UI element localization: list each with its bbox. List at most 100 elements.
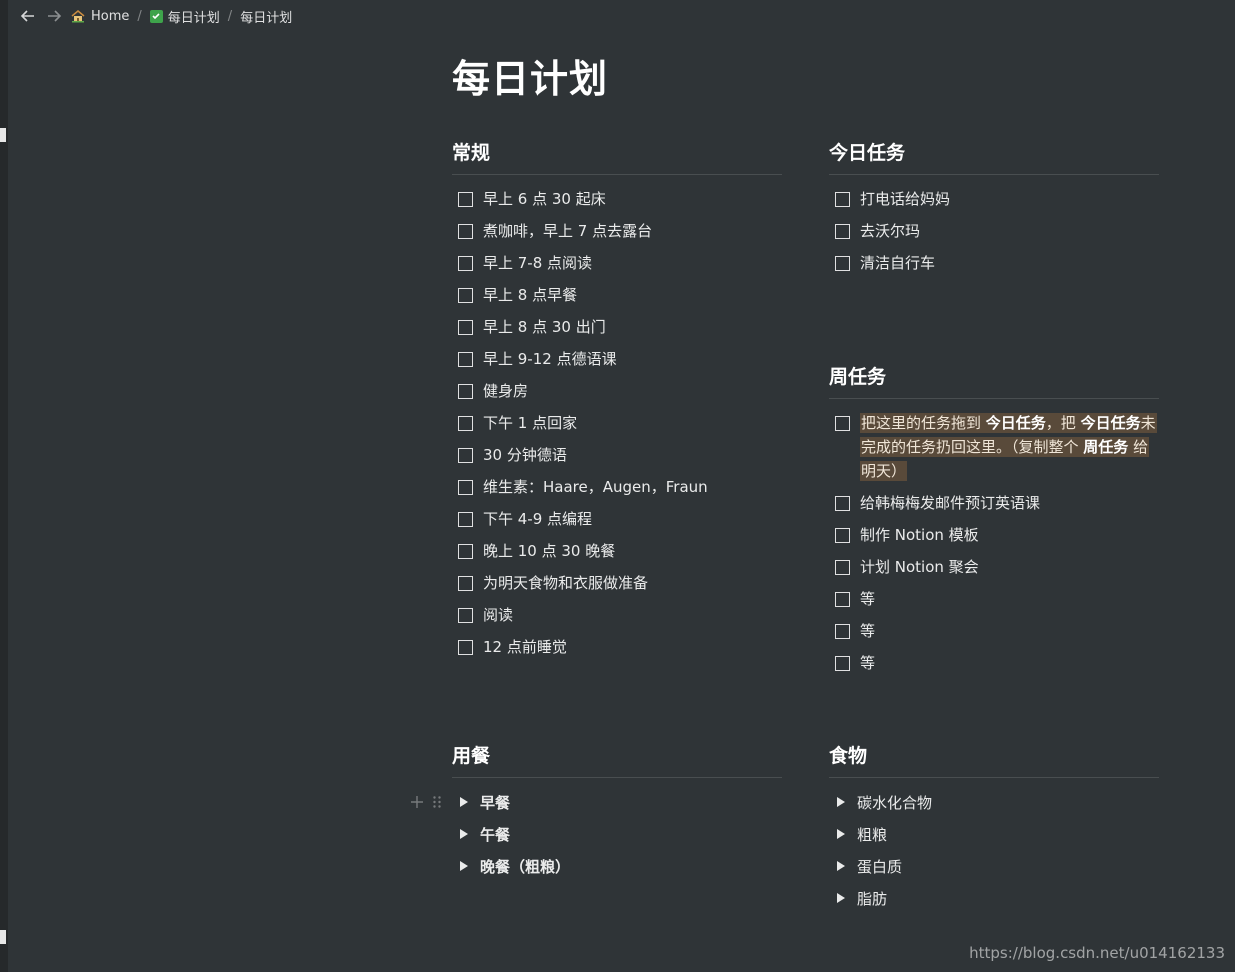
checkbox[interactable]	[835, 192, 850, 207]
todo-text[interactable]: 30 分钟德语	[483, 443, 782, 467]
todo-item: 早上 6 点 30 起床	[452, 187, 782, 211]
checkbox[interactable]	[835, 256, 850, 271]
toggle-triangle-icon[interactable]	[460, 797, 468, 807]
todo-text[interactable]: 去沃尔玛	[860, 219, 1159, 243]
toggle-label[interactable]: 碳水化合物	[857, 792, 932, 813]
todo-text[interactable]: 等	[860, 587, 1159, 611]
todo-item: 早上 9-12 点德语课	[452, 347, 782, 371]
todo-text[interactable]: 制作 Notion 模板	[860, 523, 1159, 547]
checkbox[interactable]	[458, 320, 473, 335]
plus-icon[interactable]	[410, 794, 424, 813]
toggle-item: 脂肪	[829, 886, 1159, 910]
todo-text[interactable]: 给韩梅梅发邮件预订英语课	[860, 491, 1159, 515]
checkbox[interactable]	[458, 480, 473, 495]
watermark: https://blog.csdn.net/u014162133	[969, 944, 1225, 962]
checkbox[interactable]	[458, 256, 473, 271]
checkbox[interactable]	[458, 640, 473, 655]
todo-item: 制作 Notion 模板	[829, 523, 1159, 547]
todo-text[interactable]: 早上 9-12 点德语课	[483, 347, 782, 371]
todo-text[interactable]: 清洁自行车	[860, 251, 1159, 275]
todo-item: 打电话给妈妈	[829, 187, 1159, 211]
todo-text[interactable]: 等	[860, 619, 1159, 643]
checkbox[interactable]	[458, 192, 473, 207]
window-left-edge	[0, 0, 8, 972]
toggle-item: 午餐	[452, 822, 782, 846]
todo-text[interactable]: 下午 1 点回家	[483, 411, 782, 435]
todo-item: 计划 Notion 聚会	[829, 555, 1159, 579]
toggle-triangle-icon[interactable]	[837, 797, 845, 807]
todo-item: 维生素：Haare，Augen，Fraun	[452, 475, 782, 499]
todo-text[interactable]: 12 点前睡觉	[483, 635, 782, 659]
checkbox[interactable]	[835, 496, 850, 511]
breadcrumb-home[interactable]: Home	[70, 8, 129, 24]
checkbox[interactable]	[835, 416, 850, 431]
checkbox[interactable]	[458, 448, 473, 463]
house-icon	[70, 8, 86, 24]
todo-item: 煮咖啡，早上 7 点去露台	[452, 219, 782, 243]
toggle-triangle-icon[interactable]	[460, 829, 468, 839]
note-text: ，把	[1045, 414, 1081, 432]
section-meals: 用餐 早餐 午餐 晚餐（粗粮）	[452, 741, 782, 886]
toggle-label[interactable]: 脂肪	[857, 888, 887, 909]
toggle-label[interactable]: 晚餐（粗粮）	[480, 856, 570, 877]
checkbox[interactable]	[458, 416, 473, 431]
toggle-label[interactable]: 蛋白质	[857, 856, 902, 877]
drag-handle-icon[interactable]	[432, 794, 442, 813]
divider	[452, 777, 782, 778]
checkbox[interactable]	[835, 560, 850, 575]
forward-arrow-icon[interactable]	[44, 6, 64, 26]
todo-text[interactable]: 早上 8 点早餐	[483, 283, 782, 307]
todo-item: 给韩梅梅发邮件预订英语课	[829, 491, 1159, 515]
toggle-triangle-icon[interactable]	[837, 861, 845, 871]
divider	[452, 174, 782, 175]
checkbox[interactable]	[835, 656, 850, 671]
section-weekly: 周任务 把这里的任务拖到 今日任务，把 今日任务未完成的任务扔回这里。（复制整个…	[829, 362, 1159, 683]
todo-text[interactable]: 打电话给妈妈	[860, 187, 1159, 211]
checkbox[interactable]	[458, 288, 473, 303]
checkbox[interactable]	[835, 528, 850, 543]
todo-text[interactable]: 把这里的任务拖到 今日任务，把 今日任务未完成的任务扔回这里。（复制整个 周任务…	[860, 411, 1159, 483]
todo-text[interactable]: 早上 7-8 点阅读	[483, 251, 782, 275]
todo-text[interactable]: 计划 Notion 聚会	[860, 555, 1159, 579]
checkbox[interactable]	[458, 384, 473, 399]
back-arrow-icon[interactable]	[18, 6, 38, 26]
checkbox[interactable]	[835, 224, 850, 239]
todo-text[interactable]: 晚上 10 点 30 晚餐	[483, 539, 782, 563]
todo-item: 早上 8 点早餐	[452, 283, 782, 307]
todo-text[interactable]: 健身房	[483, 379, 782, 403]
block-handle	[410, 794, 442, 813]
toggle-triangle-icon[interactable]	[837, 829, 845, 839]
note-text: 把这里的任务拖到	[861, 414, 986, 432]
checkbox[interactable]	[458, 352, 473, 367]
checkbox[interactable]	[458, 544, 473, 559]
checkbox[interactable]	[458, 512, 473, 527]
breadcrumb-current[interactable]: 每日计划	[240, 7, 292, 26]
toggle-label[interactable]: 午餐	[480, 824, 510, 845]
todo-text[interactable]: 为明天食物和衣服做准备	[483, 571, 782, 595]
todo-text[interactable]: 下午 4-9 点编程	[483, 507, 782, 531]
scroll-marker	[0, 930, 6, 944]
todo-text[interactable]: 早上 8 点 30 出门	[483, 315, 782, 339]
todo-text[interactable]: 等	[860, 651, 1159, 675]
toggle-triangle-icon[interactable]	[460, 861, 468, 871]
toggle-label[interactable]: 粗粮	[857, 824, 887, 845]
toggle-item: 蛋白质	[829, 854, 1159, 878]
breadcrumb-separator: /	[227, 8, 233, 24]
checkbox[interactable]	[835, 592, 850, 607]
toggle-triangle-icon[interactable]	[837, 893, 845, 903]
toggle-label[interactable]: 早餐	[480, 792, 510, 813]
checkbox[interactable]	[458, 576, 473, 591]
note-bold-text: 今日任务	[985, 414, 1046, 432]
checkbox[interactable]	[835, 624, 850, 639]
checkbox[interactable]	[458, 608, 473, 623]
todo-item: 下午 1 点回家	[452, 411, 782, 435]
todo-text[interactable]: 煮咖啡，早上 7 点去露台	[483, 219, 782, 243]
section-heading: 食物	[829, 745, 868, 767]
breadcrumb-parent-label: 每日计划	[167, 10, 220, 26]
todo-text[interactable]: 阅读	[483, 603, 782, 627]
todo-text[interactable]: 维生素：Haare，Augen，Fraun	[483, 475, 782, 499]
breadcrumb-parent[interactable]: 每日计划	[149, 7, 220, 26]
checkbox[interactable]	[458, 224, 473, 239]
todo-item: 12 点前睡觉	[452, 635, 782, 659]
todo-text[interactable]: 早上 6 点 30 起床	[483, 187, 782, 211]
